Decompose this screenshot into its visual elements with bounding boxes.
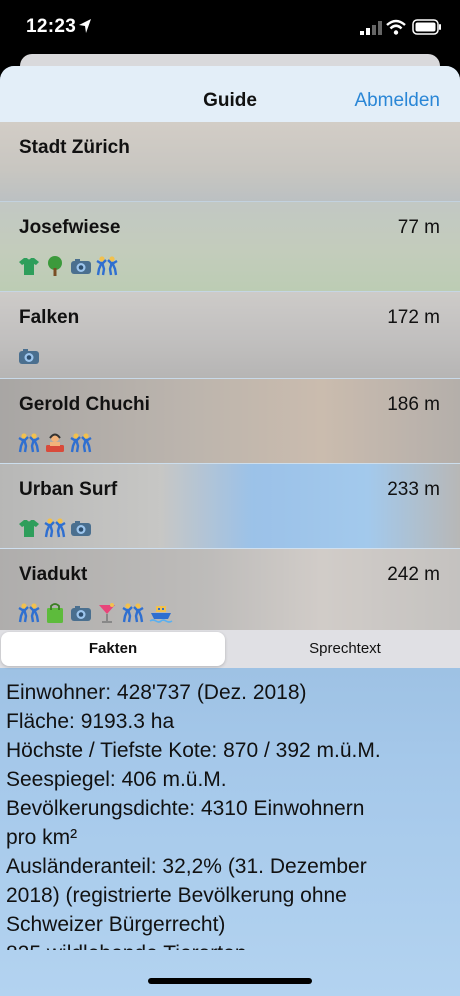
place-distance: 186 m	[387, 394, 440, 415]
dancing-people-icon	[18, 433, 40, 453]
facts-text: Einwohner: 428'737 (Dez. 2018) Fläche: 9…	[6, 678, 454, 950]
dancing-people-icon	[96, 256, 118, 276]
tab-facts[interactable]: Fakten	[1, 632, 225, 666]
wifi-icon	[386, 19, 406, 35]
category-icons	[18, 345, 40, 367]
list-item-viadukt[interactable]: Viadukt 242 m	[0, 549, 460, 630]
place-name: Falken	[19, 307, 80, 328]
dancing-people-icon	[44, 518, 66, 538]
place-distance: 242 m	[387, 564, 440, 585]
place-name: Josefwiese	[19, 217, 121, 238]
list-item-gerold-chuchi[interactable]: Gerold Chuchi 186 m	[0, 379, 460, 464]
fact-line: 825 wildlebende Tierarten	[6, 939, 454, 950]
dancing-people-icon	[122, 603, 144, 623]
place-distance: 172 m	[387, 307, 440, 328]
camera-icon	[71, 521, 91, 536]
category-icons	[18, 517, 92, 539]
fact-line: Bevölkerungsdichte: 4310 Einwohnern	[6, 797, 365, 820]
fact-line: Schweizer Bürgerrecht)	[6, 913, 226, 936]
fact-line: Seespiegel: 406 m.ü.M.	[6, 768, 227, 791]
tree-icon	[48, 256, 62, 276]
camera-icon	[71, 259, 91, 274]
battery-icon	[412, 19, 441, 35]
status-bar: 12:23	[0, 0, 460, 58]
camera-icon	[19, 349, 39, 364]
dj-icon	[46, 433, 64, 452]
home-indicator[interactable]	[148, 978, 312, 984]
fact-line: Einwohner: 428'737 (Dez. 2018)	[6, 681, 307, 704]
place-name: Gerold Chuchi	[19, 394, 150, 415]
fact-line: Höchste / Tiefste Kote: 870 / 392 m.ü.M.	[6, 739, 381, 762]
place-name: Urban Surf	[19, 479, 118, 500]
location-arrow-icon	[79, 19, 91, 33]
places-list: Stadt Zürich Josefwiese 77 m Falken 172 …	[0, 122, 460, 630]
cellular-signal-icon	[360, 21, 382, 35]
fact-line: pro km²	[6, 826, 78, 849]
list-item-urban-surf[interactable]: Urban Surf 233 m	[0, 464, 460, 549]
place-distance: 233 m	[387, 479, 440, 500]
facts-speech-segmented-control: Fakten Sprechtext	[0, 630, 460, 668]
shopping-bag-icon	[47, 603, 63, 623]
list-item-stadt-zurich[interactable]: Stadt Zürich	[0, 122, 460, 202]
shirt-icon	[19, 520, 39, 537]
fact-line: 2018) (registrierte Bevölkerung ohne	[6, 884, 347, 907]
place-name: Viadukt	[19, 564, 88, 585]
fact-line: Fläche: 9193.3 ha	[6, 710, 175, 733]
guide-sheet: Guide Abmelden Stadt Zürich Josefwiese 7…	[0, 66, 460, 996]
shirt-icon	[19, 258, 39, 275]
place-name: Stadt Zürich	[19, 137, 130, 158]
ship-icon	[149, 606, 173, 623]
tab-speech-text[interactable]: Sprechtext	[232, 632, 458, 666]
category-icons	[18, 602, 174, 624]
fact-line: Ausländeranteil: 32,2% (31. Dezember	[6, 855, 367, 878]
logout-button[interactable]: Abmelden	[354, 90, 440, 112]
list-item-josefwiese[interactable]: Josefwiese 77 m	[0, 202, 460, 292]
dancing-people-icon	[70, 433, 92, 453]
place-distance: 77 m	[397, 217, 440, 238]
list-item-falken[interactable]: Falken 172 m	[0, 292, 460, 379]
nav-bar: Guide Abmelden	[0, 66, 460, 122]
cocktail-icon	[99, 603, 115, 623]
category-icons	[18, 255, 118, 277]
category-icons	[18, 432, 92, 454]
dancing-people-icon	[18, 603, 40, 623]
status-time: 12:23	[26, 16, 77, 37]
camera-icon	[71, 606, 91, 621]
